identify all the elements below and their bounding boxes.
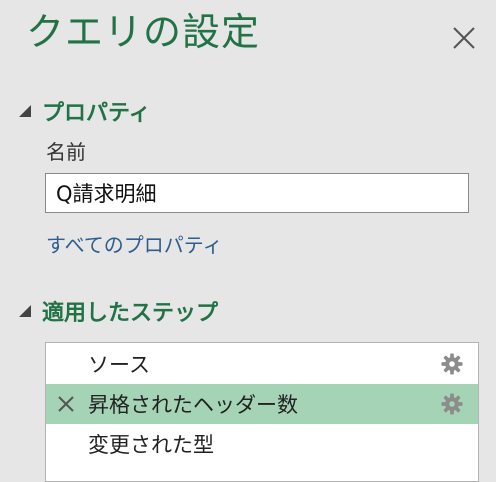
all-properties-link[interactable]: すべてのプロパティ (46, 231, 223, 259)
query-settings-pane: クエリの設定 プロパティ 名前 すべてのプロパティ 適用したステップ ソース (0, 0, 496, 482)
delete-step-button[interactable] (56, 394, 76, 414)
properties-section-title: プロパティ (42, 101, 151, 126)
collapse-triangle-icon (19, 105, 31, 117)
step-source[interactable]: ソース (46, 344, 478, 384)
applied-steps-section-title: 適用したステップ (42, 301, 219, 326)
step-settings-button[interactable] (441, 393, 463, 415)
step-promoted-headers[interactable]: 昇格されたヘッダー数 (46, 384, 478, 424)
gear-icon (441, 353, 463, 375)
step-changed-type[interactable]: 変更された型 (46, 424, 478, 464)
collapse-triangle-icon (19, 305, 31, 317)
step-label: 変更された型 (88, 433, 214, 457)
close-icon (453, 27, 475, 49)
step-label: ソース (88, 353, 150, 377)
applied-steps-section-toggle[interactable]: 適用したステップ (18, 296, 218, 326)
name-label: 名前 (46, 140, 86, 164)
properties-section-toggle[interactable]: プロパティ (18, 96, 151, 126)
step-label: 昇格されたヘッダー数 (88, 393, 298, 417)
pane-title: クエリの設定 (26, 10, 261, 54)
close-button[interactable] (448, 22, 480, 54)
applied-steps-list: ソース 昇格されたヘッダー数 変更された型 (45, 342, 479, 482)
delete-x-icon (58, 396, 74, 412)
query-name-input[interactable] (45, 173, 469, 213)
gear-icon (441, 393, 463, 415)
step-settings-button[interactable] (441, 353, 463, 375)
